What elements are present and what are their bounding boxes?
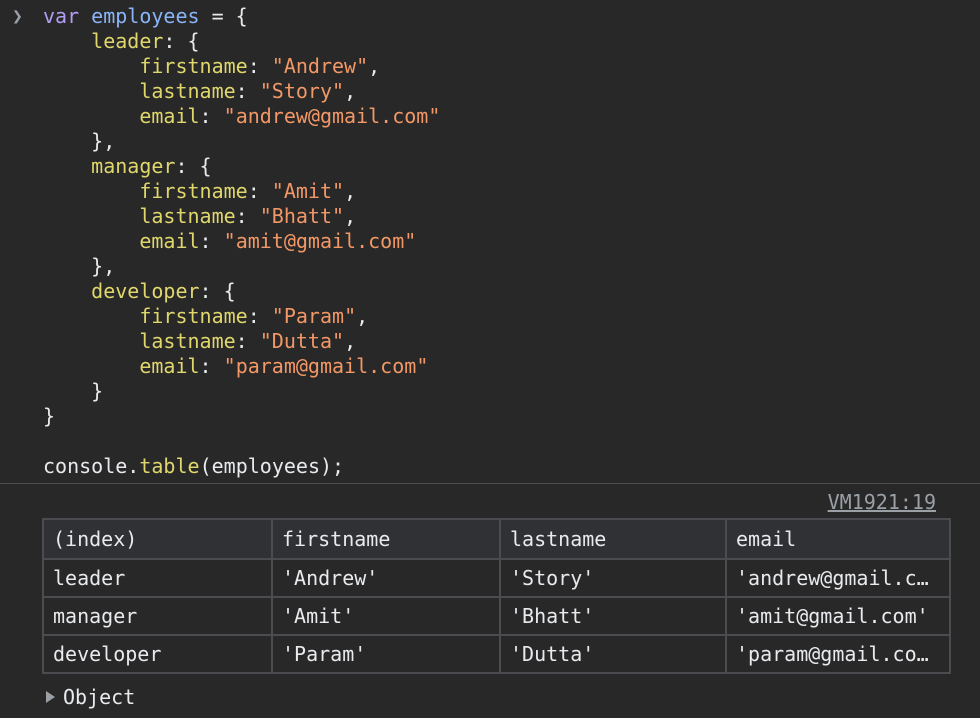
column-header-email[interactable]: email <box>725 518 951 560</box>
code-block: var employees = { leader: { firstname: "… <box>43 4 441 478</box>
code-string: "amit@gmail.com" <box>223 229 417 253</box>
code-var-name: employees <box>91 4 200 28</box>
console-output-entry: VM1921:19 (index) firstname lastname ema… <box>0 484 980 718</box>
expand-triangle-icon[interactable] <box>46 691 55 703</box>
table-header-row: (index) firstname lastname email <box>42 518 951 560</box>
cell-lastname: 'Story' <box>499 558 727 598</box>
code-keyword: var <box>43 4 80 28</box>
code-string: "Amit" <box>271 179 345 203</box>
object-label: Object <box>63 685 136 709</box>
code-key-leader: leader <box>91 29 164 53</box>
cell-index: leader <box>42 558 273 598</box>
column-header-index[interactable]: (index) <box>42 518 273 560</box>
source-link[interactable]: VM1921:19 <box>828 490 936 514</box>
code-string: "param@gmail.com" <box>223 354 429 378</box>
cell-index: manager <box>42 596 273 636</box>
cell-firstname: 'Param' <box>271 634 501 674</box>
column-header-lastname[interactable]: lastname <box>499 518 727 560</box>
cell-email: 'param@gmail.com' <box>725 634 951 674</box>
cell-email: 'andrew@gmail.com' <box>725 558 951 598</box>
code-string: "Andrew" <box>271 54 369 78</box>
cell-email: 'amit@gmail.com' <box>725 596 951 636</box>
column-header-firstname[interactable]: firstname <box>271 518 501 560</box>
code-key-developer: developer <box>91 279 200 303</box>
console-table: (index) firstname lastname email leader … <box>42 518 951 674</box>
code-call-method: table <box>139 454 200 478</box>
code-string: "Param" <box>271 304 357 328</box>
cell-index: developer <box>42 634 273 674</box>
prompt-chevron-icon: ❯ <box>12 6 23 27</box>
code-string: "Story" <box>259 79 345 103</box>
cell-lastname: 'Dutta' <box>499 634 727 674</box>
cell-firstname: 'Amit' <box>271 596 501 636</box>
code-string: "Bhatt" <box>259 204 345 228</box>
object-expander[interactable]: Object <box>46 685 135 709</box>
table-row: developer 'Param' 'Dutta' 'param@gmail.c… <box>42 634 951 674</box>
cell-lastname: 'Bhatt' <box>499 596 727 636</box>
table-row: manager 'Amit' 'Bhatt' 'amit@gmail.com' <box>42 596 951 636</box>
table-row: leader 'Andrew' 'Story' 'andrew@gmail.co… <box>42 558 951 598</box>
console-input-entry: ❯ var employees = { leader: { firstname:… <box>0 0 980 483</box>
code-string: "Dutta" <box>259 329 345 353</box>
code-call-arg: employees <box>211 454 320 478</box>
cell-firstname: 'Andrew' <box>271 558 501 598</box>
code-call-object: console <box>43 454 128 478</box>
code-key-manager: manager <box>91 154 176 178</box>
code-string: "andrew@gmail.com" <box>223 104 441 128</box>
